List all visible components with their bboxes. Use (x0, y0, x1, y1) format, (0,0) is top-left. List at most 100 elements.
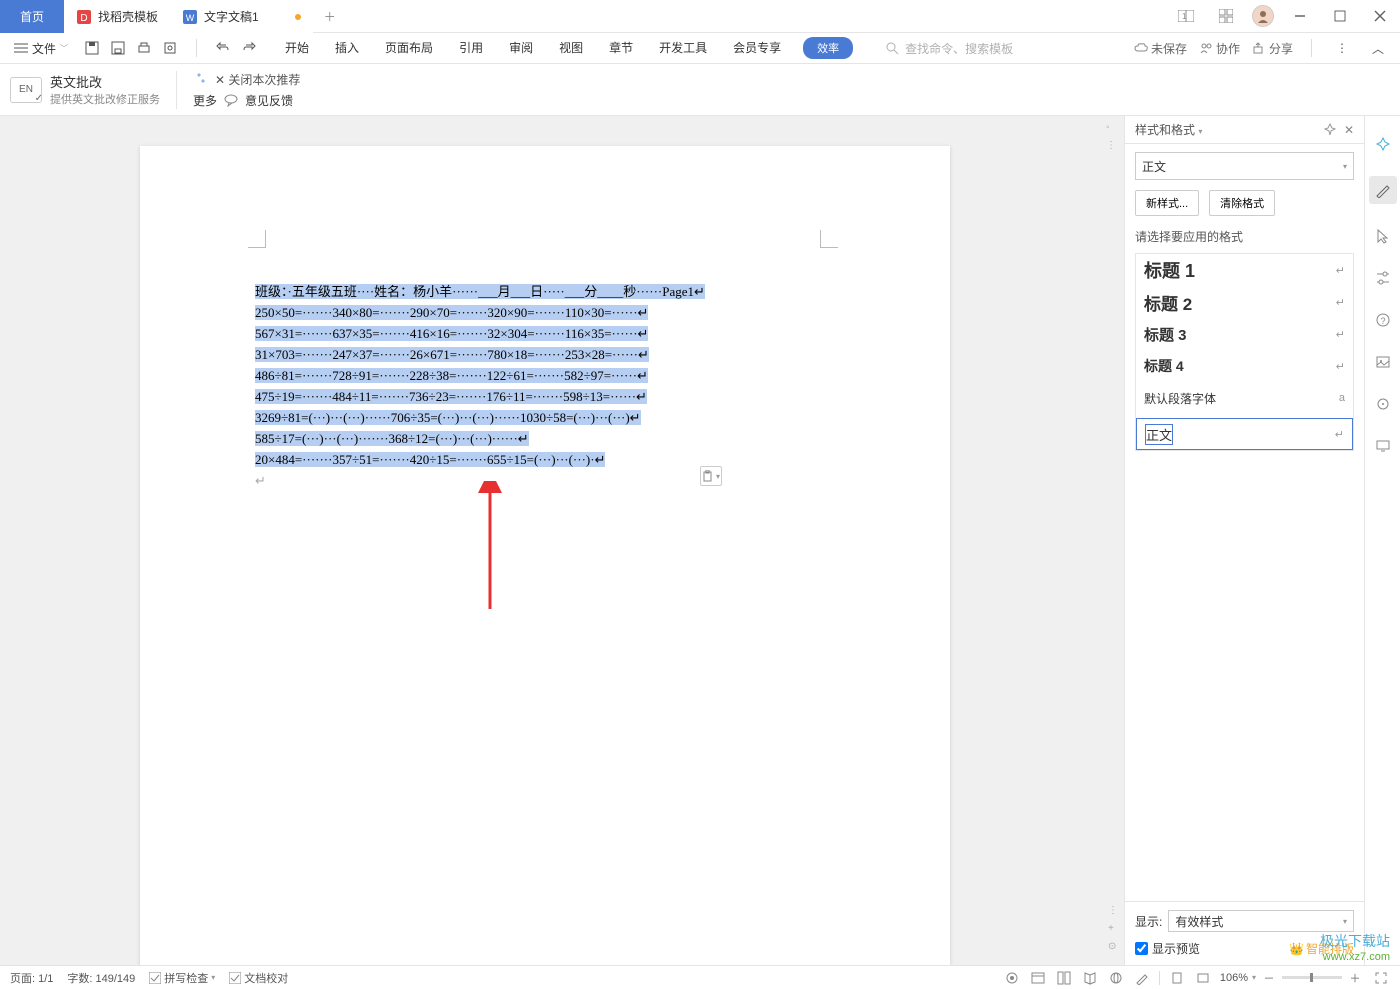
ruler-dots-icon[interactable]: ⋮ (1106, 140, 1120, 154)
style-item-2[interactable]: 标题 3↵ (1136, 318, 1353, 350)
focus-mode-icon[interactable] (1003, 969, 1021, 987)
tab-view[interactable]: 视图 (555, 37, 587, 59)
print-preview-icon[interactable] (158, 36, 182, 60)
new-style-button[interactable]: 新样式... (1135, 190, 1199, 216)
share-action[interactable]: 分享 (1252, 40, 1293, 57)
style-item-0[interactable]: 标题 1↵ (1136, 254, 1353, 286)
panel-title[interactable]: 样式和格式 ▾ (1135, 121, 1202, 138)
undo-icon[interactable] (211, 36, 235, 60)
fit-width-icon[interactable] (1194, 969, 1212, 987)
print-icon[interactable] (132, 36, 156, 60)
show-filter-select[interactable]: 有效样式▾ (1168, 910, 1354, 932)
svg-text:D: D (80, 13, 87, 24)
more-button[interactable]: 更多 (193, 92, 217, 109)
share-icon (1252, 41, 1266, 55)
save-icon[interactable] (80, 36, 104, 60)
tab-sections[interactable]: 章节 (605, 37, 637, 59)
canvas-circle-icon[interactable]: ⊙ (1108, 941, 1122, 955)
zoom-out-icon[interactable]: － (1260, 969, 1278, 987)
sparkle-tool-icon[interactable] (1373, 134, 1393, 154)
feedback-button[interactable]: 意见反馈 (245, 92, 293, 109)
template-tab[interactable]: D 找稻壳模板 (64, 0, 170, 33)
image-tool-icon[interactable] (1373, 352, 1393, 372)
comment-icon (223, 92, 239, 108)
spell-check-toggle[interactable]: 拼写检查▾ (149, 970, 215, 986)
doc-icon: W (182, 9, 198, 25)
canvas-area[interactable]: ◦ ⋮ 班级：·五年级五班····姓名：杨小羊······___月___日···… (0, 116, 1124, 965)
add-tab-button[interactable]: ＋ (313, 0, 347, 32)
help-tool-icon[interactable]: ? (1373, 310, 1393, 330)
book-mode-icon[interactable] (1081, 969, 1099, 987)
page-indicator[interactable]: 页面: 1/1 (10, 970, 53, 986)
collapse-ribbon-icon[interactable]: ︿ (1366, 36, 1390, 60)
modified-dot-icon (295, 14, 301, 20)
grid-icon[interactable] (1206, 0, 1246, 33)
document-content[interactable]: 班级：·五年级五班····姓名：杨小羊······___月___日·····__… (255, 281, 705, 491)
tab-insert[interactable]: 插入 (331, 37, 363, 59)
tab-devtools[interactable]: 开发工具 (655, 37, 711, 59)
ruler-pin-icon[interactable]: ◦ (1106, 122, 1120, 136)
style-item-5[interactable]: 正文↵ (1136, 418, 1353, 450)
layout-mode-icon[interactable]: 1 (1166, 0, 1206, 33)
file-menu[interactable]: 文件﹀ (10, 38, 72, 59)
fit-page-icon[interactable] (1168, 969, 1186, 987)
clear-format-button[interactable]: 清除格式 (1209, 190, 1275, 216)
cursor-tool-icon[interactable] (1373, 226, 1393, 246)
sparkle-icon[interactable] (193, 71, 209, 87)
zoom-in-icon[interactable]: ＋ (1346, 969, 1364, 987)
current-style-select[interactable]: 正文▾ (1135, 152, 1354, 180)
word-count[interactable]: 字数: 149/149 (67, 970, 135, 986)
paste-options-button[interactable]: ▾ (700, 466, 722, 486)
tab-start[interactable]: 开始 (281, 37, 313, 59)
user-avatar[interactable] (1252, 5, 1274, 27)
tab-layout[interactable]: 页面布局 (381, 37, 437, 59)
hamburger-icon (14, 43, 28, 53)
pen-tool-icon[interactable] (1369, 176, 1397, 204)
efficiency-pill[interactable]: 效率 (803, 37, 853, 59)
show-preview-checkbox[interactable]: 显示预览 (1135, 940, 1200, 957)
svg-text:?: ? (1380, 316, 1385, 326)
search-icon (885, 41, 899, 55)
english-correct-title[interactable]: 英文批改 (50, 72, 160, 91)
more-menu-icon[interactable]: ⋮ (1330, 36, 1354, 60)
redo-icon[interactable] (237, 36, 261, 60)
home-tab[interactable]: 首页 (0, 0, 64, 33)
pin-icon[interactable] (1324, 123, 1336, 137)
styles-panel: 样式和格式 ▾ ✕ 正文▾ 新样式... 清除格式 请选择要应用的格式 标题 1… (1124, 116, 1364, 965)
tab-review[interactable]: 审阅 (505, 37, 537, 59)
english-correct-icon[interactable]: EN✓ (10, 77, 42, 103)
tab-references[interactable]: 引用 (455, 37, 487, 59)
cloud-icon (1134, 41, 1148, 55)
unsaved-action[interactable]: 未保存 (1134, 40, 1187, 57)
style-item-3[interactable]: 标题 4↵ (1136, 350, 1353, 382)
web-mode-icon[interactable] (1107, 969, 1125, 987)
save-as-icon[interactable] (106, 36, 130, 60)
style-item-4[interactable]: 默认段落字体a (1136, 382, 1353, 414)
canvas-dots-icon[interactable]: ⋮ (1108, 905, 1122, 919)
status-bar: 页面: 1/1 字数: 149/149 拼写检查▾ 文档校对 106%▾ － ＋ (0, 965, 1400, 989)
search-command[interactable]: 查找命令、搜索模板 (885, 37, 1013, 59)
document-page[interactable]: 班级：·五年级五班····姓名：杨小羊······___月___日·····__… (140, 146, 950, 965)
screen-tool-icon[interactable] (1373, 436, 1393, 456)
close-recommendation[interactable]: ✕ 关闭本次推荐 (215, 71, 300, 88)
maximize-button[interactable] (1320, 0, 1360, 33)
target-tool-icon[interactable] (1373, 394, 1393, 414)
zoom-control[interactable]: 106%▾ － ＋ (1220, 969, 1364, 987)
close-button[interactable] (1360, 0, 1400, 33)
style-item-1[interactable]: 标题 2↵ (1136, 286, 1353, 318)
page-mode-icon[interactable] (1055, 969, 1073, 987)
settings-tool-icon[interactable] (1373, 268, 1393, 288)
minimize-button[interactable] (1280, 0, 1320, 33)
show-label: 显示: (1135, 913, 1162, 930)
collab-action[interactable]: 协作 (1199, 40, 1240, 57)
panel-close-icon[interactable]: ✕ (1344, 123, 1354, 137)
fullscreen-icon[interactable] (1372, 969, 1390, 987)
canvas-plus-icon[interactable]: + (1108, 923, 1122, 937)
svg-text:W: W (186, 13, 195, 23)
document-tab[interactable]: W 文字文稿1 (170, 0, 313, 33)
daoqiao-icon: D (76, 9, 92, 25)
tab-member[interactable]: 会员专享 (729, 37, 785, 59)
edit-mode-icon[interactable] (1133, 969, 1151, 987)
proof-toggle[interactable]: 文档校对 (229, 970, 288, 986)
read-mode-icon[interactable] (1029, 969, 1047, 987)
